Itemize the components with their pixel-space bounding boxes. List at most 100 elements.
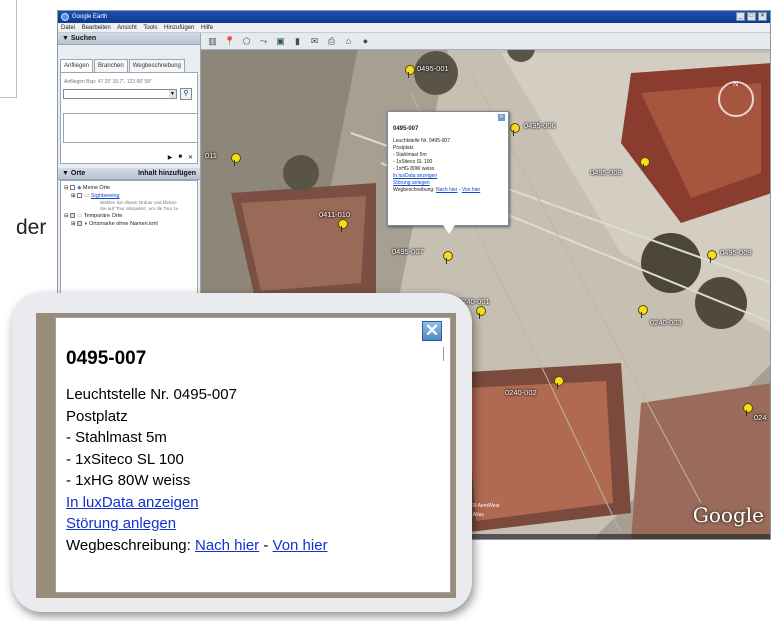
placemark-pin-icon[interactable] [231, 153, 241, 166]
placemark-label: 024 [754, 413, 767, 422]
sidebar-icon[interactable]: ▥ [207, 36, 218, 47]
sky-icon[interactable]: ● [360, 36, 371, 47]
placemark-pin-icon[interactable] [510, 123, 520, 136]
placemark-pin-icon[interactable] [338, 219, 348, 232]
placemark-label: 0495-006 [524, 121, 556, 130]
von-hier-link[interactable]: Von hier [462, 187, 480, 193]
placemark-label: 0495-009 [720, 248, 752, 257]
chevron-down-icon[interactable]: ▼ [169, 90, 176, 98]
placemark-pin-icon[interactable] [707, 250, 717, 263]
slide-text-fragment: der [16, 216, 47, 239]
search-hint: Anfliegen Bsp: 47 25' 18,7", 123 68' 58" [64, 79, 152, 85]
nach-hier-link[interactable]: Nach hier [195, 537, 259, 554]
luxdata-link[interactable]: In luxData anzeigen [66, 494, 199, 511]
tree-item[interactable]: ⊟ ◆ Meine Orte [64, 184, 194, 192]
search-tabs: Anfliegen Branchen Wegbeschreibung [60, 59, 198, 72]
balloon-line: - 1xHG 80W weiss [393, 166, 435, 172]
balloon-line: - Stahlmast 5m [393, 152, 427, 158]
info-balloon-large: ✕ 0495-007 Leuchtstelle Nr. 0495-007 Pos… [55, 317, 451, 593]
placemark-pin-icon[interactable] [443, 251, 453, 264]
von-hier-link[interactable]: Von hier [273, 537, 328, 554]
map-toolbar: ▥ 📍 ⬠ ⤳ ▣ ▮ ✉ ⎙ ⌂ ● [201, 33, 770, 50]
kml-icon: ● [84, 221, 88, 227]
placemark-pin-icon[interactable] [554, 376, 564, 389]
placemark-pin-icon[interactable] [405, 65, 415, 78]
placemark-label: 0495-007 [392, 247, 424, 256]
balloon-line: - 1xHG 80W weiss [66, 472, 191, 489]
ruler-icon[interactable]: ▮ [292, 36, 303, 47]
menu-hinzufuegen[interactable]: Hinzufügen [164, 25, 194, 31]
balloon-line: Postplatz [66, 407, 128, 425]
clear-icon[interactable]: ✕ [188, 154, 193, 161]
play-icon[interactable]: ▶ [168, 154, 173, 161]
zoomed-callout: ✕ 0495-007 Leuchtstelle Nr. 0495-007 Pos… [12, 293, 472, 612]
search-icon[interactable]: ⚲ [180, 88, 192, 100]
print-icon[interactable]: ⎙ [326, 36, 337, 47]
close-icon[interactable]: ✕ [498, 114, 505, 121]
stop-icon[interactable]: ■ [178, 154, 182, 161]
menu-datei[interactable]: Datei [61, 25, 75, 31]
stoerung-link[interactable]: Störung anlegen [393, 180, 430, 186]
polygon-icon[interactable]: ⬠ [241, 36, 252, 47]
minimize-button[interactable]: _ [736, 12, 745, 21]
search-panel-header[interactable]: ▼ Suchen [58, 33, 200, 45]
placemark-pin-icon[interactable] [476, 306, 486, 319]
folder-icon: ▭ [84, 193, 90, 199]
placemark-pin-icon[interactable] [638, 305, 648, 318]
tab-branchen[interactable]: Branchen [94, 59, 128, 72]
menu-tools[interactable]: Tools [143, 25, 157, 31]
menu-ansicht[interactable]: Ansicht [117, 25, 137, 31]
checkbox[interactable] [77, 193, 83, 199]
placemark-label: 0495-008 [590, 168, 622, 177]
scroll-indicator [443, 347, 444, 361]
checkbox[interactable] [70, 185, 76, 191]
luxdata-link[interactable]: In luxData anzeigen [393, 173, 437, 179]
tab-anfliegen[interactable]: Anfliegen [60, 59, 94, 72]
balloon-line: - 1xSiteco SL 100 [393, 159, 433, 165]
stoerung-link[interactable]: Störung anlegen [66, 515, 176, 532]
balloon-tail [443, 225, 455, 234]
menu-bearbeiten[interactable]: Bearbeiten [82, 25, 111, 31]
path-icon[interactable]: ⤳ [258, 36, 269, 47]
search-input[interactable] [63, 89, 177, 99]
google-earth-logo-icon [61, 13, 69, 21]
tab-wegbeschreibung[interactable]: Wegbeschreibung [128, 59, 185, 72]
placemark-label: 0411-010 [319, 210, 351, 219]
folder-icon: ◆ [77, 185, 82, 191]
placemark-pin-icon[interactable] [640, 157, 650, 170]
tree-item[interactable]: ⊟ ▭ Temporäre Orte [64, 212, 194, 220]
checkbox[interactable] [77, 221, 83, 227]
title-bar: Google Earth _ □ ✕ [58, 11, 770, 23]
navigation-compass[interactable] [718, 81, 754, 117]
close-window-button[interactable]: ✕ [758, 12, 767, 21]
balloon-line: Leuchtstelle Nr. 0495-007 [66, 386, 237, 403]
sightseeing-link[interactable]: Sightseeing [91, 193, 120, 199]
email-icon[interactable]: ✉ [309, 36, 320, 47]
tree-item[interactable]: ⊞ ● Ortsmarke ohne Namen.kml [64, 220, 194, 228]
slide: der Google Earth _ □ ✕ Datei Bearbeiten … [0, 0, 775, 621]
menu-hilfe[interactable]: Hilfe [201, 25, 213, 31]
slide-frame-corner [0, 0, 17, 98]
balloon-line: Leuchtstelle Nr. 0495-007 [393, 138, 450, 144]
search-controls: ▶ ■ ✕ [168, 154, 193, 161]
close-icon[interactable]: ✕ [422, 321, 442, 341]
placemark-label: 0240-003 [650, 318, 682, 327]
maximize-button[interactable]: □ [747, 12, 756, 21]
nach-hier-link[interactable]: Nach hier [436, 187, 457, 193]
placemark-label: 011 [205, 151, 217, 160]
balloon-line: Postplatz [393, 145, 414, 151]
checkbox[interactable] [70, 213, 76, 219]
window-controls: _ □ ✕ [736, 12, 767, 21]
placemark-pin-icon[interactable] [743, 403, 753, 416]
balloon-title: 0495-007 [66, 348, 147, 369]
map-icon[interactable]: ⌂ [343, 36, 354, 47]
add-content-link[interactable]: Inhalt hinzufügen [138, 168, 196, 180]
overlay-icon[interactable]: ▣ [275, 36, 286, 47]
google-logo: Google [692, 503, 764, 527]
placemark-icon[interactable]: 📍 [224, 36, 235, 47]
tree-item[interactable]: ⊞ ▭ Sightseeing [64, 192, 194, 200]
callout-background: ✕ 0495-007 Leuchtstelle Nr. 0495-007 Pos… [36, 313, 456, 598]
search-panel: Anfliegen Bsp: 47 25' 18,7", 123 68' 58"… [60, 72, 198, 164]
places-panel-header[interactable]: ▼ Orte Inhalt hinzufügen [58, 168, 200, 180]
places-tree: ⊟ ◆ Meine Orte ⊞ ▭ Sightseeing Wählen Si… [60, 180, 198, 300]
